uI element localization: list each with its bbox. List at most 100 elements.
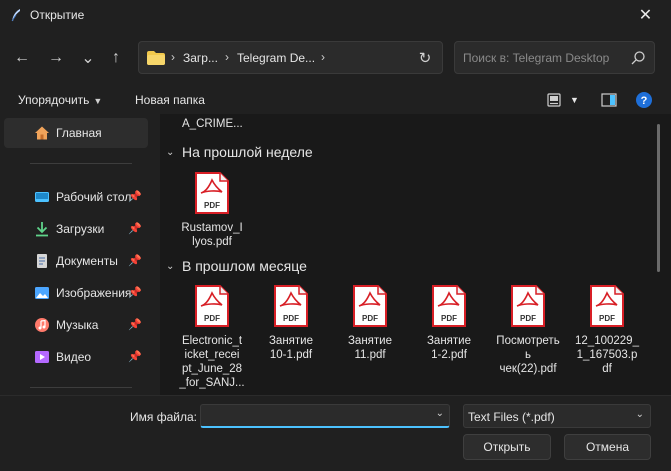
chevron-down-icon: ⌄ xyxy=(166,146,175,158)
sidebar-item-videos[interactable]: Видео 📌 xyxy=(4,342,148,372)
sidebar-item-label: Изображения xyxy=(56,286,132,300)
file-name-label: Имя файла: xyxy=(130,410,197,424)
address-bar[interactable]: › Загр... › Telegram De... › ↻ xyxy=(138,41,443,74)
pdf-label: PDF xyxy=(520,314,536,323)
file-dialog-footer: Имя файла: ⌄ Text Files (*.pdf) ⌄ Открыт… xyxy=(0,395,671,471)
command-bar: Упорядочить ▼ Новая папка ▼ ? xyxy=(0,86,671,114)
file-name: Занятие 11.pdf xyxy=(347,335,392,361)
open-button[interactable]: Открыть xyxy=(463,434,551,460)
close-icon: ✕ xyxy=(638,7,653,24)
breadcrumb-downloads[interactable]: Загр... xyxy=(183,51,218,65)
file-item[interactable]: PDF Занятие 1-2.pdf xyxy=(409,284,489,362)
window-title: Открытие xyxy=(30,8,85,22)
file-item[interactable]: PDF 12_100229_ 1_167503.p df xyxy=(567,284,647,376)
file-name: Посмотреть ь чек(22).pdf xyxy=(496,335,560,375)
breadcrumb-separator-icon: › xyxy=(171,50,175,64)
pin-icon: 📌 xyxy=(128,255,142,267)
sidebar-item-documents[interactable]: Документы 📌 xyxy=(4,246,148,276)
search-box[interactable] xyxy=(454,41,655,74)
forward-button[interactable]: → xyxy=(42,44,70,72)
organize-label: Упорядочить xyxy=(18,93,90,107)
pdf-file-icon: PDF xyxy=(274,285,308,327)
sidebar-item-home[interactable]: Главная xyxy=(4,118,148,148)
file-item[interactable]: PDF Посмотреть ь чек(22).pdf xyxy=(488,284,568,376)
sidebar-item-label: Главная xyxy=(56,126,102,140)
up-arrow-icon: ↑ xyxy=(112,49,120,66)
sidebar-item-label: Документы xyxy=(56,254,118,268)
chevron-down-icon: ⌄ xyxy=(81,50,95,67)
chevron-down-icon[interactable]: ⌄ xyxy=(436,408,444,419)
sidebar-item-music[interactable]: Музыка 📌 xyxy=(4,310,148,340)
documents-icon xyxy=(37,254,47,268)
svg-text:?: ? xyxy=(641,95,648,107)
app-feather-icon xyxy=(11,9,20,22)
file-type-select[interactable]: Text Files (*.pdf) ⌄ xyxy=(463,404,651,428)
file-item[interactable]: PDF Занятие 10-1.pdf xyxy=(251,284,331,362)
sidebar-item-label: Загрузки xyxy=(56,222,105,236)
pdf-label: PDF xyxy=(204,314,220,323)
preview-pane-icon[interactable] xyxy=(600,91,618,109)
file-item[interactable]: PDF Electronic_t icket_recei pt_June_28 … xyxy=(172,284,252,390)
search-input[interactable] xyxy=(463,49,623,67)
vertical-scrollbar[interactable] xyxy=(657,124,660,272)
pdf-label: PDF xyxy=(362,314,378,323)
pdf-file-icon: PDF xyxy=(432,285,466,327)
file-name: 12_100229_ 1_167503.p df xyxy=(575,335,639,375)
file-name-combobox[interactable]: ⌄ xyxy=(200,404,450,428)
file-name: Занятие 1-2.pdf xyxy=(426,335,471,361)
view-options-icon[interactable] xyxy=(545,91,563,109)
breadcrumb-telegram-desktop[interactable]: Telegram De... xyxy=(237,51,315,65)
view-options-dropdown[interactable]: ▼ xyxy=(570,95,579,105)
pdf-label: PDF xyxy=(283,314,299,323)
file-name-input[interactable] xyxy=(205,408,425,424)
file-name-partial[interactable]: A_CRIME... xyxy=(182,118,243,130)
organize-menu[interactable]: Упорядочить ▼ xyxy=(18,93,102,107)
pdf-label: PDF xyxy=(204,201,220,210)
navigation-bar: ← → ⌄ ↑ › Загр... › Telegram De... › ↻ xyxy=(0,30,671,86)
pin-icon: 📌 xyxy=(128,319,142,331)
pdf-file-icon: PDF xyxy=(511,285,545,327)
recent-locations-button[interactable]: ⌄ xyxy=(74,44,102,72)
group-title: В прошлом месяце xyxy=(182,258,307,274)
file-list: A_CRIME... ⌄ На прошлой неделе PDF Rusta… xyxy=(160,114,671,395)
chevron-down-icon: ⌄ xyxy=(635,409,644,420)
cancel-button[interactable]: Отмена xyxy=(564,434,651,460)
sidebar-item-label: Видео xyxy=(56,350,92,364)
pdf-file-icon: PDF xyxy=(353,285,387,327)
group-header-last-month[interactable]: ⌄ В прошлом месяце xyxy=(166,258,307,274)
back-arrow-icon: ← xyxy=(14,49,30,66)
sidebar-item-pictures[interactable]: Изображения 📌 xyxy=(4,278,148,308)
new-folder-button[interactable]: Новая папка xyxy=(135,93,205,107)
pdf-label: PDF xyxy=(441,314,457,323)
title-bar: Открытие ✕ xyxy=(0,0,671,30)
sidebar-item-label: Рабочий стол xyxy=(56,190,132,204)
pdf-file-icon: PDF xyxy=(195,285,229,327)
home-icon xyxy=(35,126,49,140)
sidebar-item-label: Музыка xyxy=(56,318,99,332)
desktop-icon xyxy=(35,192,49,202)
help-icon[interactable]: ? xyxy=(635,91,653,109)
search-icon xyxy=(631,51,645,65)
sidebar-divider xyxy=(30,387,132,388)
videos-icon xyxy=(35,351,49,363)
forward-arrow-icon: → xyxy=(48,49,64,66)
pictures-icon xyxy=(35,287,49,299)
sidebar-item-downloads[interactable]: Загрузки 📌 xyxy=(4,214,148,244)
pin-icon: 📌 xyxy=(128,287,142,299)
up-button[interactable]: ↑ xyxy=(102,44,130,72)
file-item[interactable]: PDF Занятие 11.pdf xyxy=(330,284,410,362)
sidebar-item-desktop[interactable]: Рабочий стол 📌 xyxy=(4,182,148,212)
close-button[interactable]: ✕ xyxy=(620,0,671,30)
file-name: Занятие 10-1.pdf xyxy=(268,335,313,361)
group-header-last-week[interactable]: ⌄ На прошлой неделе xyxy=(166,144,313,160)
pdf-label: PDF xyxy=(599,314,615,323)
breadcrumb-separator-icon: › xyxy=(321,50,325,64)
refresh-icon: ↻ xyxy=(418,50,432,67)
pin-icon: 📌 xyxy=(128,351,142,363)
pdf-file-icon: PDF xyxy=(195,172,229,214)
navigation-pane: Главная Рабочий стол 📌 Загрузки 📌 Докуме… xyxy=(0,114,159,395)
file-item[interactable]: PDF Rustamov_I lyos.pdf xyxy=(172,171,252,249)
back-button[interactable]: ← xyxy=(8,44,36,72)
chevron-down-icon: ⌄ xyxy=(166,260,175,272)
refresh-button[interactable]: ↻ xyxy=(413,46,437,70)
